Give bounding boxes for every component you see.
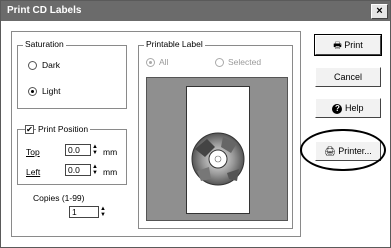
dark-label: Dark [42, 60, 60, 70]
left-unit: mm [103, 167, 118, 177]
top-spinner[interactable]: ▲ ▼ [91, 144, 99, 156]
print-cd-labels-dialog: Print CD Labels × Saturation Dark Light … [0, 0, 391, 248]
label-sheet [186, 86, 250, 214]
left-spinner[interactable]: ▲ ▼ [91, 164, 99, 176]
light-radio[interactable] [28, 87, 37, 96]
light-label: Light [42, 86, 61, 96]
selected-label: Selected [228, 57, 262, 67]
print-position-legend: Print Position [36, 124, 91, 134]
print-position-checkbox[interactable]: ✔ [25, 125, 34, 134]
print-button[interactable]: 🖶 Print [314, 34, 382, 56]
help-button-label: Help [345, 103, 364, 113]
highlight-ellipse [300, 129, 386, 171]
printable-label-legend: Printable Label [144, 39, 205, 49]
label-preview-area [146, 77, 288, 221]
title-bar: Print CD Labels × [1, 1, 390, 21]
left-label: Left [26, 167, 41, 177]
left-input[interactable]: 0.0 [65, 164, 91, 176]
all-radio[interactable] [146, 58, 155, 67]
copies-spinner[interactable]: ▲ ▼ [99, 206, 107, 218]
copies-input[interactable]: 1 [69, 206, 99, 218]
cd-disc-icon [191, 132, 245, 186]
copies-label: Copies (1-99) [33, 193, 85, 203]
saturation-legend: Saturation [23, 39, 66, 49]
cancel-button[interactable]: Cancel [315, 67, 381, 87]
close-button[interactable]: × [371, 4, 388, 19]
help-icon: ? [332, 104, 343, 114]
top-label: Top [26, 147, 40, 157]
print-button-label: Print [344, 40, 363, 50]
help-button[interactable]: ? Help [315, 98, 381, 118]
top-unit: mm [103, 147, 118, 157]
all-label: All [159, 57, 169, 67]
saturation-group [17, 45, 127, 109]
dark-radio[interactable] [28, 61, 37, 70]
printer-icon: 🖶 [333, 40, 342, 50]
dialog-title: Print CD Labels [7, 5, 82, 16]
selected-radio[interactable] [215, 58, 224, 67]
top-input[interactable]: 0.0 [65, 144, 91, 156]
